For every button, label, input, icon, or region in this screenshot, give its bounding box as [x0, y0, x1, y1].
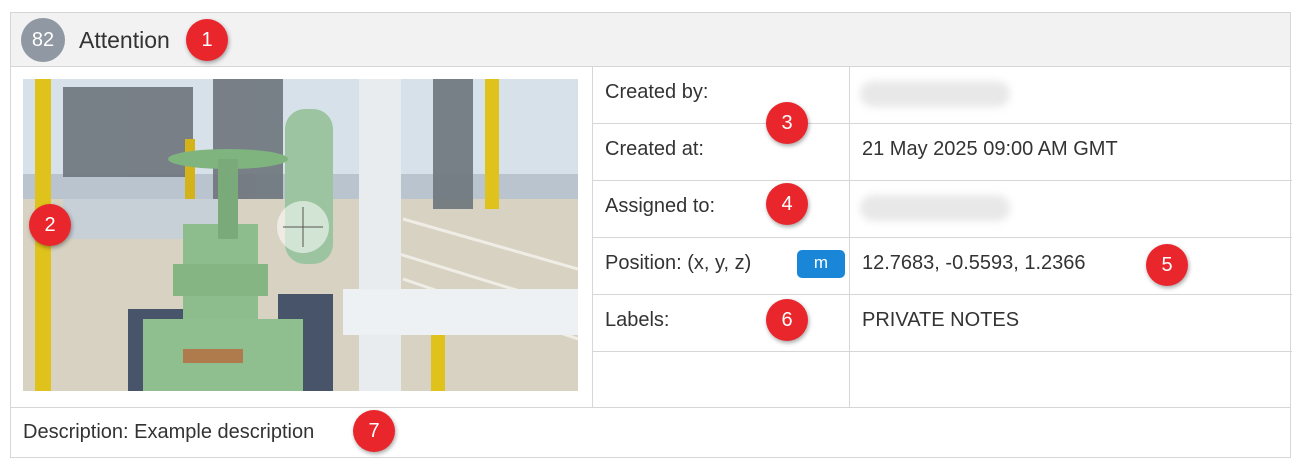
callout-marker-6: 6 [766, 299, 808, 341]
callout-marker-7: 7 [353, 410, 395, 452]
card-title: Attention [79, 27, 170, 53]
row-empty [593, 352, 1292, 407]
row-created-at: Created at: 21 May 2025 09:00 AM GMT [593, 124, 1292, 181]
callout-marker-5: 5 [1146, 244, 1188, 286]
callout-marker-2: 2 [29, 204, 71, 246]
assigned-to-label: Assigned to: [605, 195, 716, 217]
row-assigned-to: Assigned to: [593, 181, 1292, 238]
scene-photo[interactable] [23, 79, 578, 391]
id-badge: 82 [21, 18, 65, 62]
callout-marker-1: 1 [186, 19, 228, 61]
row-created-by: Created by: [593, 67, 1292, 124]
callout-marker-3: 3 [766, 102, 808, 144]
row-labels: Labels: PRIVATE NOTES [593, 295, 1292, 352]
created-at-value: 21 May 2025 09:00 AM GMT [862, 138, 1118, 160]
labels-label: Labels: [605, 309, 670, 331]
description-text: Description: Example description [23, 421, 315, 443]
created-by-label: Created by: [605, 81, 709, 103]
description-row: Description: Example description [11, 407, 1290, 459]
position-label: Position: (x, y, z) [605, 252, 752, 274]
position-value: 12.7683, -0.5593, 1.2366 [862, 252, 1086, 274]
assigned-to-redacted [860, 195, 1010, 221]
created-by-redacted [860, 81, 1010, 107]
labels-value: PRIVATE NOTES [862, 309, 1020, 331]
scene-illustration [23, 79, 578, 391]
annotation-card: 82 Attention Created by: Created at: 21 … [10, 12, 1292, 459]
created-at-label: Created at: [605, 138, 704, 160]
unit-toggle-button[interactable]: m [797, 250, 845, 278]
callout-marker-4: 4 [766, 183, 808, 225]
image-cell [11, 67, 593, 407]
